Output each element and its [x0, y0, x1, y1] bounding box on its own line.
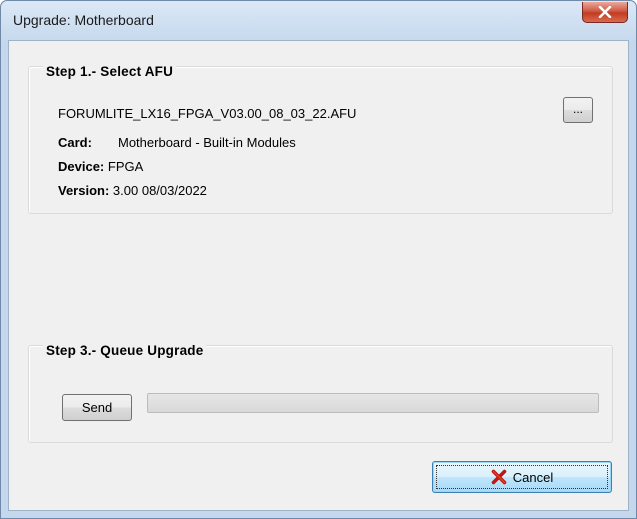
cancel-button[interactable]: Cancel [432, 461, 612, 493]
send-button[interactable]: Send [62, 394, 132, 421]
close-button[interactable] [582, 2, 628, 23]
upgrade-progress-bar [147, 393, 599, 413]
title-bar[interactable]: Upgrade: Motherboard [1, 1, 636, 41]
version-row: Version: 3.00 08/03/2022 [58, 183, 207, 198]
device-value: FPGA [107, 159, 144, 174]
card-row: Card: Motherboard - Built-in Modules [58, 135, 296, 150]
card-label: Card: [58, 135, 92, 150]
close-x-icon [598, 6, 612, 18]
version-label: Version: [58, 183, 110, 198]
device-label: Device: [58, 159, 105, 174]
window-title: Upgrade: Motherboard [13, 12, 154, 28]
card-value: Motherboard - Built-in Modules [118, 135, 296, 150]
step1-group: Step 1.- Select AFU FORUMLITE_LX16_FPGA_… [28, 64, 613, 214]
version-value: 3.00 08/03/2022 [112, 183, 207, 198]
browse-afu-button[interactable]: ... [563, 97, 593, 123]
afu-file-name: FORUMLITE_LX16_FPGA_V03.00_08_03_22.AFU [58, 106, 357, 121]
step1-title: Step 1.- Select AFU [43, 64, 177, 79]
step3-title: Step 3.- Queue Upgrade [43, 343, 207, 358]
focus-ring [436, 465, 608, 489]
device-row: Device: FPGA [58, 159, 143, 174]
